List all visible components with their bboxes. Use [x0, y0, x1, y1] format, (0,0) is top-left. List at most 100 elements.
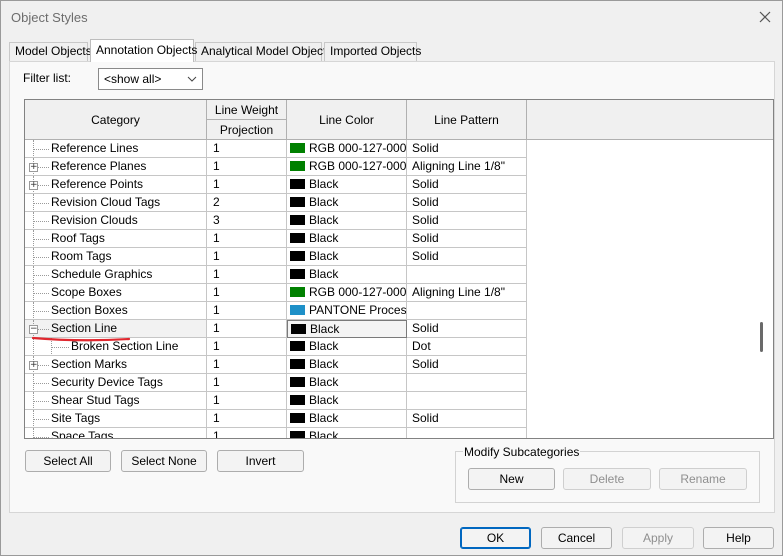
line-pattern-cell[interactable]: Dot — [407, 338, 527, 356]
help-button[interactable]: Help — [703, 527, 774, 549]
line-weight-cell[interactable]: 1 — [207, 392, 287, 410]
cancel-button[interactable]: Cancel — [541, 527, 612, 549]
line-pattern-cell[interactable]: Solid — [407, 248, 527, 266]
line-weight-cell[interactable]: 2 — [207, 194, 287, 212]
line-color-cell[interactable]: Black — [287, 248, 407, 266]
table-row[interactable]: Section Boxes 1 PANTONE Process — [25, 302, 773, 320]
category-cell[interactable]: Site Tags — [25, 410, 207, 428]
line-color-cell[interactable]: Black — [287, 410, 407, 428]
tab-model-objects[interactable]: Model Objects — [9, 42, 92, 61]
category-cell[interactable]: Section Boxes — [25, 302, 207, 320]
tab-analytical-model-objects[interactable]: Analytical Model Objects — [195, 42, 332, 61]
filter-list-dropdown[interactable]: <show all> — [98, 68, 203, 90]
line-weight-cell[interactable]: 1 — [207, 356, 287, 374]
table-row[interactable]: Space Tags 1 Black — [25, 428, 773, 438]
ok-button[interactable]: OK — [460, 527, 531, 549]
line-weight-cell[interactable]: 1 — [207, 230, 287, 248]
line-color-cell[interactable]: Black — [287, 320, 407, 338]
line-weight-cell[interactable]: 3 — [207, 212, 287, 230]
line-color-cell[interactable]: Black — [287, 338, 407, 356]
line-pattern-cell[interactable]: Solid — [407, 212, 527, 230]
line-color-cell[interactable]: Black — [287, 392, 407, 410]
table-row[interactable]: Shear Stud Tags 1 Black — [25, 392, 773, 410]
line-color-cell[interactable]: Black — [287, 212, 407, 230]
line-weight-cell[interactable]: 1 — [207, 284, 287, 302]
table-row[interactable]: + Reference Points 1 Black Solid — [25, 176, 773, 194]
line-color-cell[interactable]: Black — [287, 266, 407, 284]
line-pattern-cell[interactable]: Aligning Line 1/8" — [407, 284, 527, 302]
category-cell[interactable]: Shear Stud Tags — [25, 392, 207, 410]
line-weight-cell[interactable]: 1 — [207, 266, 287, 284]
line-pattern-cell[interactable]: Solid — [407, 140, 527, 158]
category-cell[interactable]: Revision Clouds — [25, 212, 207, 230]
table-row[interactable]: Revision Clouds 3 Black Solid — [25, 212, 773, 230]
line-weight-cell[interactable]: 1 — [207, 338, 287, 356]
category-header[interactable]: Category — [25, 100, 207, 140]
line-color-cell[interactable]: RGB 000-127-000 — [287, 140, 407, 158]
scrollbar-thumb[interactable] — [760, 322, 763, 352]
line-pattern-cell[interactable]: Solid — [407, 194, 527, 212]
new-subcategory-button[interactable]: New — [468, 468, 555, 490]
table-row[interactable]: Broken Section Line 1 Black Dot — [25, 338, 773, 356]
expand-icon[interactable]: + — [29, 361, 38, 370]
category-cell[interactable]: + Section Marks — [25, 356, 207, 374]
line-weight-cell[interactable]: 1 — [207, 176, 287, 194]
line-color-cell[interactable]: Black — [287, 428, 407, 438]
category-cell[interactable]: Schedule Graphics — [25, 266, 207, 284]
rename-subcategory-button[interactable]: Rename — [659, 468, 747, 490]
line-weight-cell[interactable]: 1 — [207, 410, 287, 428]
category-cell[interactable]: Roof Tags — [25, 230, 207, 248]
line-pattern-cell[interactable] — [407, 374, 527, 392]
line-color-cell[interactable]: Black — [287, 356, 407, 374]
close-button[interactable] — [754, 6, 776, 28]
table-row[interactable]: − Section Line 1 Black Solid — [25, 320, 773, 338]
line-color-cell[interactable]: RGB 000-127-000 — [287, 158, 407, 176]
category-cell[interactable]: + Reference Points — [25, 176, 207, 194]
table-row[interactable]: Security Device Tags 1 Black — [25, 374, 773, 392]
invert-button[interactable]: Invert — [217, 450, 304, 472]
line-pattern-cell[interactable] — [407, 392, 527, 410]
table-row[interactable]: Schedule Graphics 1 Black — [25, 266, 773, 284]
line-color-cell[interactable]: Black — [287, 374, 407, 392]
line-pattern-cell[interactable] — [407, 302, 527, 320]
table-row[interactable]: Room Tags 1 Black Solid — [25, 248, 773, 266]
line-color-cell[interactable]: Black — [287, 176, 407, 194]
line-weight-cell[interactable]: 1 — [207, 320, 287, 338]
line-weight-cell[interactable]: 1 — [207, 302, 287, 320]
category-cell[interactable]: Space Tags — [25, 428, 207, 438]
line-weight-cell[interactable]: 1 — [207, 248, 287, 266]
category-cell[interactable]: + Reference Planes — [25, 158, 207, 176]
line-pattern-cell[interactable]: Solid — [407, 230, 527, 248]
select-all-button[interactable]: Select All — [25, 450, 111, 472]
line-pattern-cell[interactable]: Aligning Line 1/8" — [407, 158, 527, 176]
category-cell[interactable]: Revision Cloud Tags — [25, 194, 207, 212]
category-cell[interactable]: Reference Lines — [25, 140, 207, 158]
line-weight-cell[interactable]: 1 — [207, 428, 287, 438]
table-row[interactable]: Reference Lines 1 RGB 000-127-000 Solid — [25, 140, 773, 158]
vertical-scrollbar[interactable] — [751, 140, 773, 438]
apply-button[interactable]: Apply — [622, 527, 694, 549]
category-cell[interactable]: Scope Boxes — [25, 284, 207, 302]
line-pattern-cell[interactable] — [407, 428, 527, 438]
line-pattern-cell[interactable]: Solid — [407, 410, 527, 428]
table-row[interactable]: Scope Boxes 1 RGB 000-127-000 Aligning Line… — [25, 284, 773, 302]
table-row[interactable]: + Section Marks 1 Black Solid — [25, 356, 773, 374]
delete-subcategory-button[interactable]: Delete — [563, 468, 651, 490]
table-row[interactable]: Revision Cloud Tags 2 Black Solid — [25, 194, 773, 212]
table-row[interactable]: Roof Tags 1 Black Solid — [25, 230, 773, 248]
line-weight-cell[interactable]: 1 — [207, 158, 287, 176]
table-row[interactable]: Site Tags 1 Black Solid — [25, 410, 773, 428]
category-cell[interactable]: Room Tags — [25, 248, 207, 266]
category-cell[interactable]: Security Device Tags — [25, 374, 207, 392]
collapse-icon[interactable]: − — [29, 325, 38, 334]
line-weight-cell[interactable]: 1 — [207, 140, 287, 158]
line-color-cell[interactable]: RGB 000-127-000 — [287, 284, 407, 302]
expand-icon[interactable]: + — [29, 181, 38, 190]
tab-imported-objects[interactable]: Imported Objects — [324, 42, 421, 61]
line-pattern-cell[interactable] — [407, 266, 527, 284]
select-none-button[interactable]: Select None — [121, 450, 207, 472]
line-color-cell[interactable]: Black — [287, 194, 407, 212]
tab-annotation-objects[interactable]: Annotation Objects — [90, 39, 197, 62]
table-row[interactable]: + Reference Planes 1 RGB 000-127-000 Alignin… — [25, 158, 773, 176]
line-color-cell[interactable]: Black — [287, 230, 407, 248]
